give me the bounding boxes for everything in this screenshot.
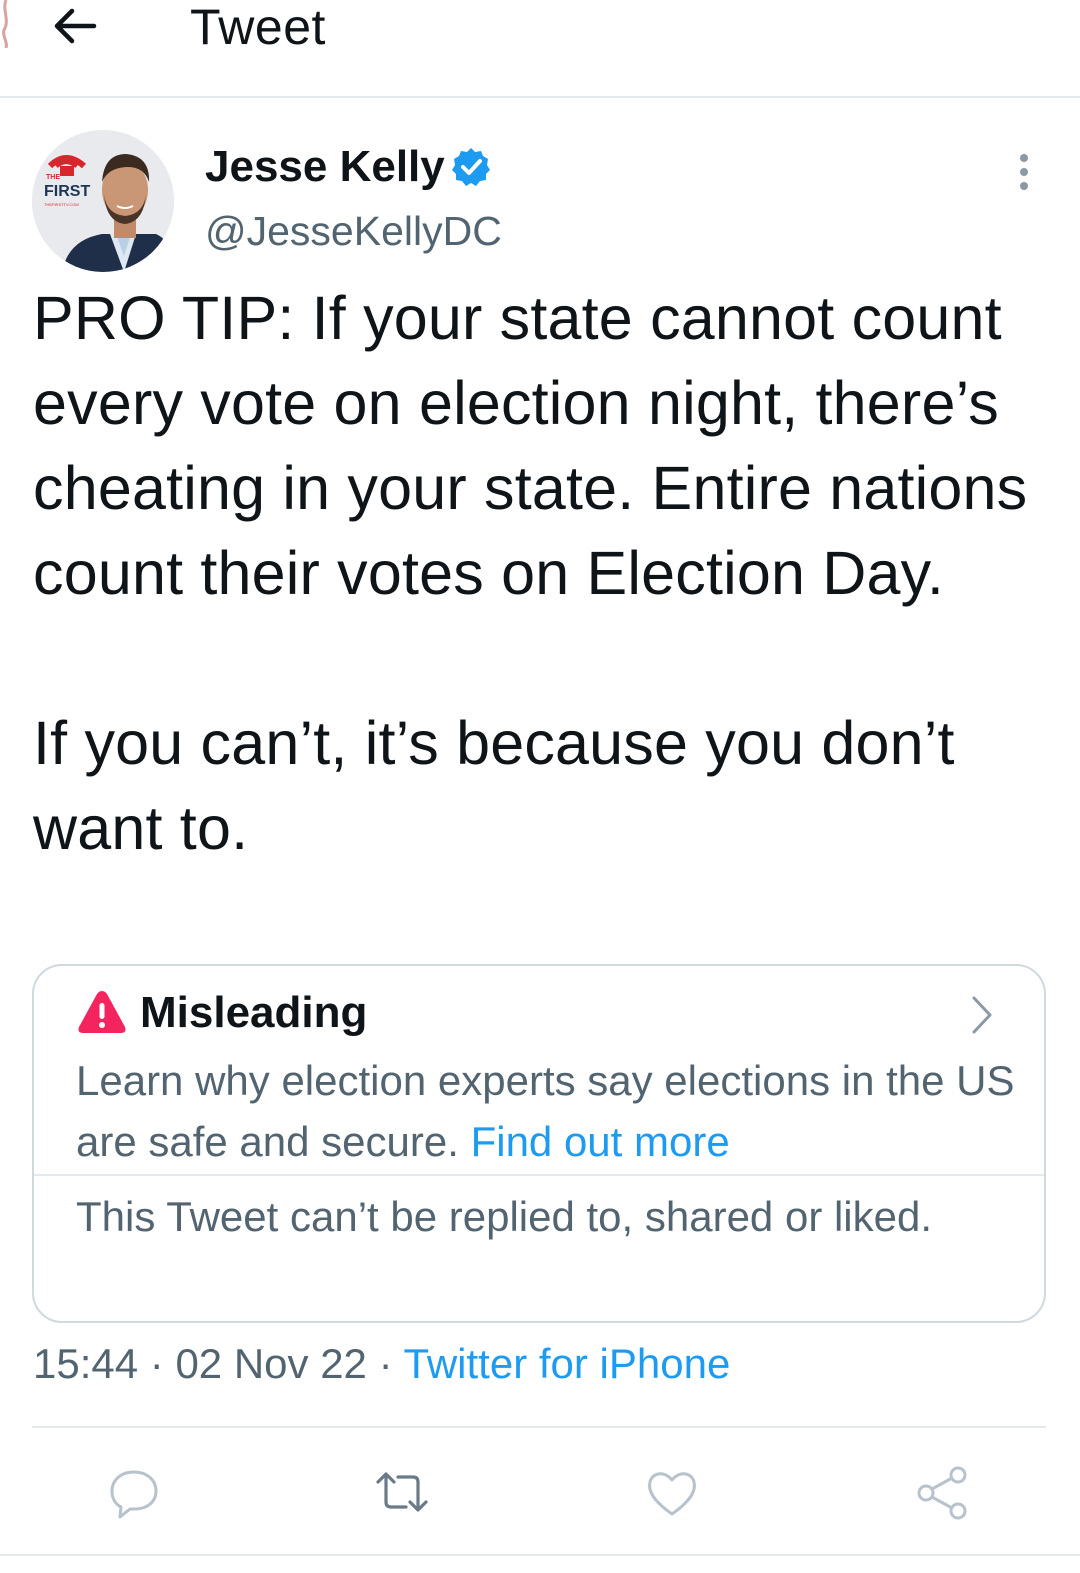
- meta-separator: ·: [149, 1340, 164, 1387]
- tweet-paragraph-2: If you can’t, it’s because you don’t wan…: [33, 709, 955, 862]
- meta-separator: ·: [378, 1340, 393, 1387]
- notice-divider: [34, 1174, 1044, 1176]
- retweet-button[interactable]: [372, 1462, 432, 1522]
- tweet-time: 15:44: [33, 1340, 139, 1387]
- tweet-paragraph-1: PRO TIP: If your state cannot count ever…: [33, 284, 1028, 607]
- tweet-text: PRO TIP: If your state cannot count ever…: [33, 276, 1033, 871]
- avatar[interactable]: THE FIRST THEFIRSTTV.COM: [32, 130, 174, 272]
- misleading-notice[interactable]: Misleading Learn why election experts sa…: [32, 964, 1046, 1323]
- avatar-logo-line3: THEFIRSTTV.COM: [44, 202, 79, 207]
- more-options-icon[interactable]: [1008, 150, 1040, 194]
- verified-badge-icon: [450, 146, 492, 188]
- notice-label: Misleading: [140, 988, 368, 1037]
- notice-body: Learn why election experts say elections…: [76, 1050, 1016, 1172]
- heart-icon: [648, 1472, 696, 1516]
- reply-icon: [110, 1470, 158, 1519]
- tweet-date: 02 Nov 22: [175, 1340, 367, 1387]
- find-out-more-link[interactable]: Find out more: [471, 1118, 730, 1165]
- warning-icon: [76, 988, 128, 1036]
- arrow-left-icon: [54, 8, 97, 44]
- share-icon: [917, 1466, 967, 1520]
- meta-divider: [32, 1426, 1046, 1428]
- author-name[interactable]: Jesse Kelly: [205, 142, 445, 192]
- chevron-right-icon[interactable]: [966, 994, 996, 1036]
- retweet-icon: [376, 1472, 428, 1512]
- avatar-logo-line1: THE: [46, 174, 60, 181]
- notice-restriction-text: This Tweet can’t be replied to, shared o…: [76, 1193, 933, 1240]
- edge-mark: [0, 0, 18, 49]
- like-button[interactable]: [642, 1462, 702, 1522]
- share-button[interactable]: [912, 1462, 972, 1522]
- bottom-divider: [0, 1554, 1080, 1556]
- back-button[interactable]: [46, 0, 106, 52]
- tweet-source-link[interactable]: Twitter for iPhone: [404, 1340, 731, 1387]
- avatar-logo-line2: FIRST: [44, 183, 90, 200]
- page-title: Tweet: [190, 0, 326, 55]
- top-bar: Tweet: [0, 0, 1080, 98]
- tweet-meta: 15:44 · 02 Nov 22 · Twitter for iPhone: [33, 1340, 730, 1388]
- reply-button[interactable]: [104, 1462, 164, 1522]
- author-handle[interactable]: @JesseKellyDC: [205, 208, 502, 255]
